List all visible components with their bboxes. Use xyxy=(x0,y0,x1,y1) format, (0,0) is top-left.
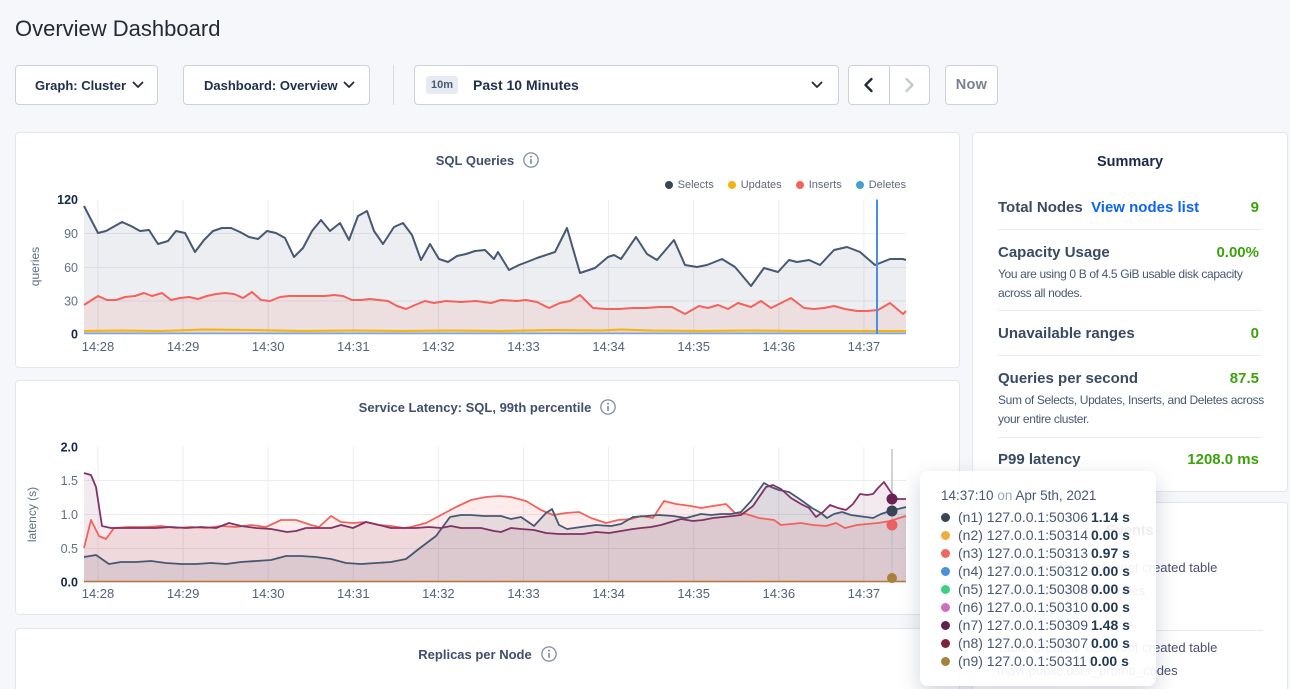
svg-text:14:35: 14:35 xyxy=(677,339,710,354)
svg-text:14:29: 14:29 xyxy=(167,586,200,601)
svg-text:14:32: 14:32 xyxy=(422,586,455,601)
svg-text:1.0: 1.0 xyxy=(61,508,78,522)
svg-text:14:37: 14:37 xyxy=(848,339,881,354)
svg-text:60: 60 xyxy=(64,261,78,275)
svg-text:14:28: 14:28 xyxy=(82,586,115,601)
svg-text:14:28: 14:28 xyxy=(82,339,115,354)
svg-text:0: 0 xyxy=(71,328,78,342)
svg-text:14:33: 14:33 xyxy=(507,339,540,354)
svg-text:14:36: 14:36 xyxy=(763,339,796,354)
svg-text:90: 90 xyxy=(64,227,78,241)
svg-text:2.0: 2.0 xyxy=(61,441,78,455)
svg-text:30: 30 xyxy=(64,295,78,309)
svg-text:14:31: 14:31 xyxy=(337,339,370,354)
svg-text:14:32: 14:32 xyxy=(422,339,455,354)
svg-text:14:30: 14:30 xyxy=(252,586,285,601)
svg-text:14:30: 14:30 xyxy=(252,339,285,354)
svg-text:queries: queries xyxy=(28,247,42,286)
svg-text:14:35: 14:35 xyxy=(677,586,710,601)
svg-text:0.0: 0.0 xyxy=(61,576,78,590)
svg-text:latency (s): latency (s) xyxy=(25,487,39,542)
svg-text:14:31: 14:31 xyxy=(337,586,370,601)
svg-text:14:29: 14:29 xyxy=(167,339,200,354)
svg-text:14:36: 14:36 xyxy=(763,586,796,601)
svg-text:1.5: 1.5 xyxy=(61,474,78,488)
svg-text:0.5: 0.5 xyxy=(61,542,78,556)
svg-text:14:34: 14:34 xyxy=(592,586,625,601)
svg-text:120: 120 xyxy=(57,193,78,207)
svg-text:14:37: 14:37 xyxy=(848,586,881,601)
svg-text:14:34: 14:34 xyxy=(592,339,625,354)
svg-text:14:33: 14:33 xyxy=(507,586,540,601)
